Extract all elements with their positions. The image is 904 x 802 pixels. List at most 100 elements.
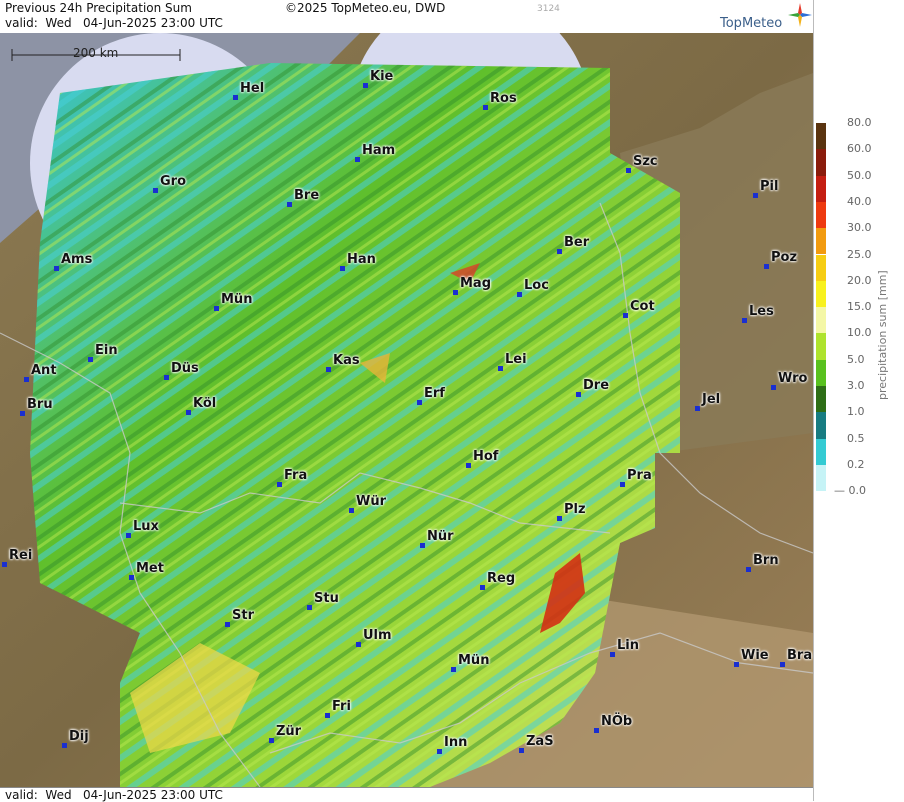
- city-marker: [340, 266, 345, 271]
- city-marker: [233, 95, 238, 100]
- city-marker: [771, 385, 776, 390]
- city-label: Hel: [240, 81, 265, 96]
- city-label: Ein: [95, 343, 118, 358]
- city-marker: [626, 168, 631, 173]
- city-label: Inn: [444, 735, 468, 750]
- legend-color-swatch: [816, 280, 826, 308]
- city-marker: [576, 392, 581, 397]
- legend-color-swatch: [816, 228, 826, 255]
- map-title: Previous 24h Precipitation Sum: [5, 1, 192, 15]
- city-label: Fri: [332, 699, 351, 714]
- city-marker: [780, 662, 785, 667]
- city-label: Loc: [524, 278, 549, 293]
- city-label: Ros: [490, 91, 517, 106]
- topmeteo-logo-text: TopMeteo: [720, 16, 783, 31]
- city-marker: [764, 264, 769, 269]
- city-marker: [363, 83, 368, 88]
- legend-color-swatch: [816, 359, 826, 386]
- city-label: Dij: [69, 729, 89, 744]
- city-marker: [734, 662, 739, 667]
- legend-color-swatch: [816, 201, 826, 229]
- city-label: Rei: [9, 548, 33, 563]
- legend-level-label: 50.0: [847, 168, 872, 182]
- city-marker: [186, 410, 191, 415]
- precipitation-map[interactable]: 200 km Hel Kie Ros Ham Gro Bre Szc Pil Ber Ams Han…: [0, 33, 813, 787]
- legend-level-label: 0.5: [847, 431, 865, 445]
- city-label: Wie: [741, 648, 769, 663]
- city-label: Bru: [27, 397, 53, 412]
- city-label: Wür: [356, 494, 387, 509]
- legend-level-label: 5.0: [847, 352, 865, 366]
- city-marker: [88, 357, 93, 362]
- city-label: Kie: [370, 69, 394, 84]
- city-marker: [24, 377, 29, 382]
- legend-level-label: 60.0: [847, 142, 872, 156]
- city-label: Str: [232, 608, 254, 623]
- legend-color-swatch: [816, 412, 826, 439]
- city-marker: [420, 543, 425, 548]
- city-marker: [594, 728, 599, 733]
- city-label: Poz: [771, 250, 798, 265]
- city-marker: [356, 642, 361, 647]
- city-marker: [557, 516, 562, 521]
- city-label: Ham: [362, 143, 396, 158]
- city-label: Gro: [160, 174, 187, 189]
- city-marker: [287, 202, 292, 207]
- city-marker: [153, 188, 158, 193]
- city-label: Ams: [61, 252, 93, 267]
- city-label: Lux: [133, 519, 159, 534]
- city-label: Bra: [787, 648, 813, 663]
- legend-level-label: 30.0: [847, 221, 872, 235]
- city-label: Köl: [193, 396, 217, 411]
- compass-star-icon: [788, 3, 812, 27]
- city-marker: [126, 533, 131, 538]
- legend-color-swatch: [816, 254, 826, 281]
- legend-color-swatch: [816, 464, 826, 492]
- city-label: Han: [347, 252, 376, 267]
- legend-color-swatch: [816, 175, 826, 202]
- scale-bar-label: 200 km: [73, 46, 119, 60]
- legend-color-swatch: [816, 123, 826, 150]
- city-label: Nür: [427, 529, 454, 544]
- city-marker: [453, 290, 458, 295]
- city-marker: [466, 463, 471, 468]
- city-marker: [54, 266, 59, 271]
- city-label: Kas: [333, 353, 360, 368]
- legend-level-label: 15.0: [847, 300, 872, 314]
- city-marker: [2, 562, 7, 567]
- city-marker: [517, 292, 522, 297]
- city-label: Wro: [778, 371, 808, 386]
- legend-level-label: 1.0: [847, 405, 865, 419]
- city-label: Met: [136, 561, 164, 576]
- city-label: Mün: [221, 292, 253, 307]
- city-marker: [557, 249, 562, 254]
- copyright-text: ©2025 TopMeteo.eu, DWD: [285, 1, 446, 15]
- city-marker: [498, 366, 503, 371]
- city-marker: [225, 622, 230, 627]
- city-marker: [129, 575, 134, 580]
- legend-color-swatch: [816, 438, 826, 465]
- legend-level-label: — 0.0: [834, 484, 866, 498]
- city-label: Ant: [31, 363, 57, 378]
- city-marker: [349, 508, 354, 513]
- city-marker: [742, 318, 747, 323]
- legend-color-swatch: [816, 149, 826, 176]
- city-label: Bre: [294, 188, 320, 203]
- product-code: 3124: [537, 4, 560, 14]
- city-marker: [20, 411, 25, 416]
- city-marker: [519, 748, 524, 753]
- city-marker: [355, 157, 360, 162]
- city-label: Reg: [487, 571, 516, 586]
- legend-level-label: 80.0: [847, 116, 872, 129]
- header-bar: Previous 24h Precipitation Sum valid: We…: [0, 0, 813, 34]
- city-label: Plz: [564, 502, 586, 517]
- footer-bar: valid: Wed 04-Jun-2025 23:00 UTC: [0, 787, 813, 802]
- city-marker: [325, 713, 330, 718]
- city-marker: [620, 482, 625, 487]
- legend-level-label: 20.0: [847, 273, 872, 287]
- city-label: Jel: [702, 392, 721, 407]
- legend-color-swatch: [816, 307, 826, 334]
- city-marker: [307, 605, 312, 610]
- city-marker: [62, 743, 67, 748]
- city-marker: [164, 375, 169, 380]
